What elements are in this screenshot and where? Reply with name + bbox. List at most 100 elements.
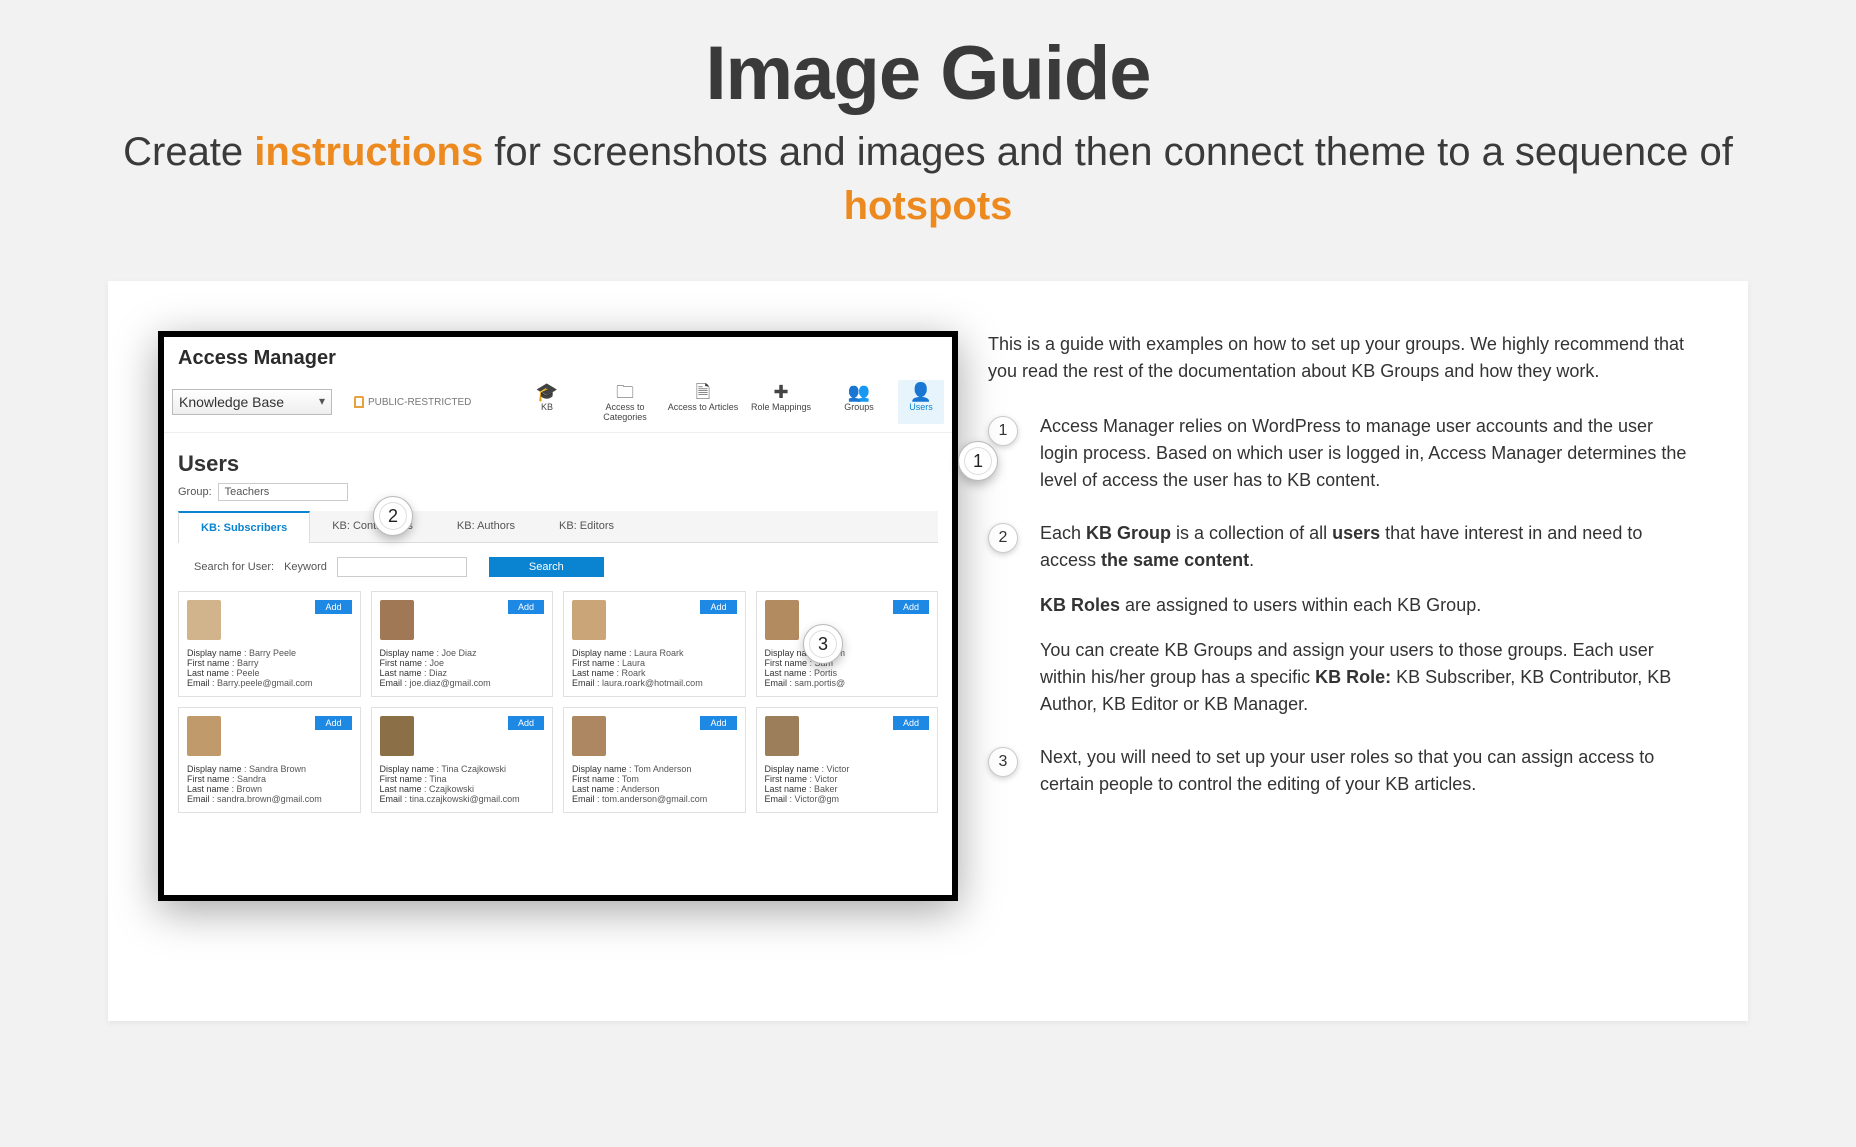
subtitle-keyword-instructions: instructions [254,130,483,174]
step-bullet-2: 2 [988,523,1018,553]
user-last-name: Last name : Baker [765,784,930,794]
step-body: Next, you will need to set up your user … [1040,744,1688,798]
user-email: Email : tom.anderson@gmail.com [572,794,737,804]
search-button[interactable]: Search [489,557,604,577]
screenshot-wrapper: Access Manager Knowledge Base PUBLIC-RES… [158,331,958,971]
hotspot-3[interactable]: 3 [803,624,843,664]
kb-select[interactable]: Knowledge Base [172,389,332,415]
nav-articles[interactable]: 🗎Access to Articles [664,380,742,424]
graduation-cap-icon: 🎓 [508,382,586,402]
user-display-name: Display name : Victor [765,764,930,774]
user-email: Email : Barry.peele@gmail.com [187,678,352,688]
search-row: Search for User: Keyword Search [164,543,952,591]
nav-label: Role Mappings [751,402,811,412]
guide-intro: This is a guide with examples on how to … [988,331,1688,385]
guide-step-2: 2 Each KB Group is a collection of all u… [988,520,1688,718]
user-email: Email : tina.czajkowski@gmail.com [380,794,545,804]
step-body: Each KB Group is a collection of all use… [1040,520,1688,718]
user-card: Add Display name : Barry Peele First nam… [178,591,361,697]
user-email: Email : joe.diaz@gmail.com [380,678,545,688]
user-display-name: Display name : Tina Czajkowski [380,764,545,774]
user-card: Add Display name : Sandra Brown First na… [178,707,361,813]
step-body: Access Manager relies on WordPress to ma… [1040,413,1688,494]
user-last-name: Last name : Anderson [572,784,737,794]
user-display-name: Display name : Barry Peele [187,648,352,658]
user-last-name: Last name : Diaz [380,668,545,678]
tab-subscribers[interactable]: KB: Subscribers [178,511,310,543]
section-heading: Users [164,433,952,483]
group-icon: 👥 [820,382,898,402]
tab-authors[interactable]: KB: Authors [435,511,537,542]
step-3-text: Next, you will need to set up your user … [1040,744,1688,798]
user-display-name: Display name : Laura Roark [572,648,737,658]
search-input[interactable] [337,557,467,577]
add-user-button[interactable]: Add [508,600,544,614]
step-2c-text: You can create KB Groups and assign your… [1040,637,1688,718]
avatar [765,600,799,640]
user-last-name: Last name : Portis [765,668,930,678]
group-selector-row: Group: Teachers [164,483,952,511]
nav-users[interactable]: 👤Users [898,380,944,424]
page-subtitle: Create instructions for screenshots and … [60,125,1796,233]
group-label: Group: [178,486,212,498]
content-card: Access Manager Knowledge Base PUBLIC-RES… [108,281,1748,1021]
group-select[interactable]: Teachers [218,483,348,501]
user-first-name: First name : Joe [380,658,545,668]
user-last-name: Last name : Brown [187,784,352,794]
guide-step-3: 3 Next, you will need to set up your use… [988,744,1688,798]
user-last-name: Last name : Peele [187,668,352,678]
step-2b-text: KB Roles are assigned to users within ea… [1040,592,1688,619]
user-first-name: First name : Barry [187,658,352,668]
hotspot-1[interactable]: 1 [958,441,998,481]
user-card: Add Display name : Tom Anderson First na… [563,707,746,813]
nav-role-mappings[interactable]: ✚Role Mappings [742,380,820,424]
avatar [572,600,606,640]
avatar [380,716,414,756]
add-user-button[interactable]: Add [315,716,351,730]
hotspot-2[interactable]: 2 [373,496,413,536]
user-last-name: Last name : Czajkowski [380,784,545,794]
subtitle-keyword-hotspots: hotspots [844,184,1013,228]
restriction-badge: PUBLIC-RESTRICTED [348,394,477,410]
nav-tabs: 🎓KB 🗀Access to Categories 🗎Access to Art… [508,380,944,424]
subtitle-text: Create [123,130,254,174]
guide-column: This is a guide with examples on how to … [988,331,1688,971]
step-2a-text: Each KB Group is a collection of all use… [1040,520,1688,574]
avatar [572,716,606,756]
restriction-badge-text: PUBLIC-RESTRICTED [368,397,471,408]
nav-categories[interactable]: 🗀Access to Categories [586,380,664,424]
user-last-name: Last name : Roark [572,668,737,678]
user-card: Add Display name : Sam First name : Sam … [756,591,939,697]
user-card: Add Display name : Laura Roark First nam… [563,591,746,697]
app-title: Access Manager [164,337,952,376]
add-user-button[interactable]: Add [315,600,351,614]
user-first-name: First name : Victor [765,774,930,784]
lock-icon [354,396,364,408]
nav-kb[interactable]: 🎓KB [508,380,586,424]
user-first-name: First name : Sam [765,658,930,668]
avatar [380,600,414,640]
user-first-name: First name : Laura [572,658,737,668]
tab-editors[interactable]: KB: Editors [537,511,636,542]
add-user-button[interactable]: Add [893,716,929,730]
user-card: Add Display name : Joe Diaz First name :… [371,591,554,697]
nav-label: Access to Categories [603,402,647,422]
step-bullet-1: 1 [988,416,1018,446]
user-email: Email : laura.roark@hotmail.com [572,678,737,688]
signpost-icon: ✚ [742,382,820,402]
add-user-button[interactable]: Add [893,600,929,614]
add-user-button[interactable]: Add [508,716,544,730]
guide-step-1: 1 Access Manager relies on WordPress to … [988,413,1688,494]
search-label: Search for User: [194,561,274,573]
avatar [187,716,221,756]
add-user-button[interactable]: Add [700,600,736,614]
step-1-text: Access Manager relies on WordPress to ma… [1040,413,1688,494]
nav-label: Groups [844,402,874,412]
nav-label: KB [541,402,553,412]
subtitle-text: for screenshots and images and then conn… [483,130,1733,174]
nav-groups[interactable]: 👥Groups [820,380,898,424]
add-user-button[interactable]: Add [700,716,736,730]
avatar [187,600,221,640]
user-grid: Add Display name : Barry Peele First nam… [164,591,952,813]
document-icon: 🗎 [664,382,742,402]
